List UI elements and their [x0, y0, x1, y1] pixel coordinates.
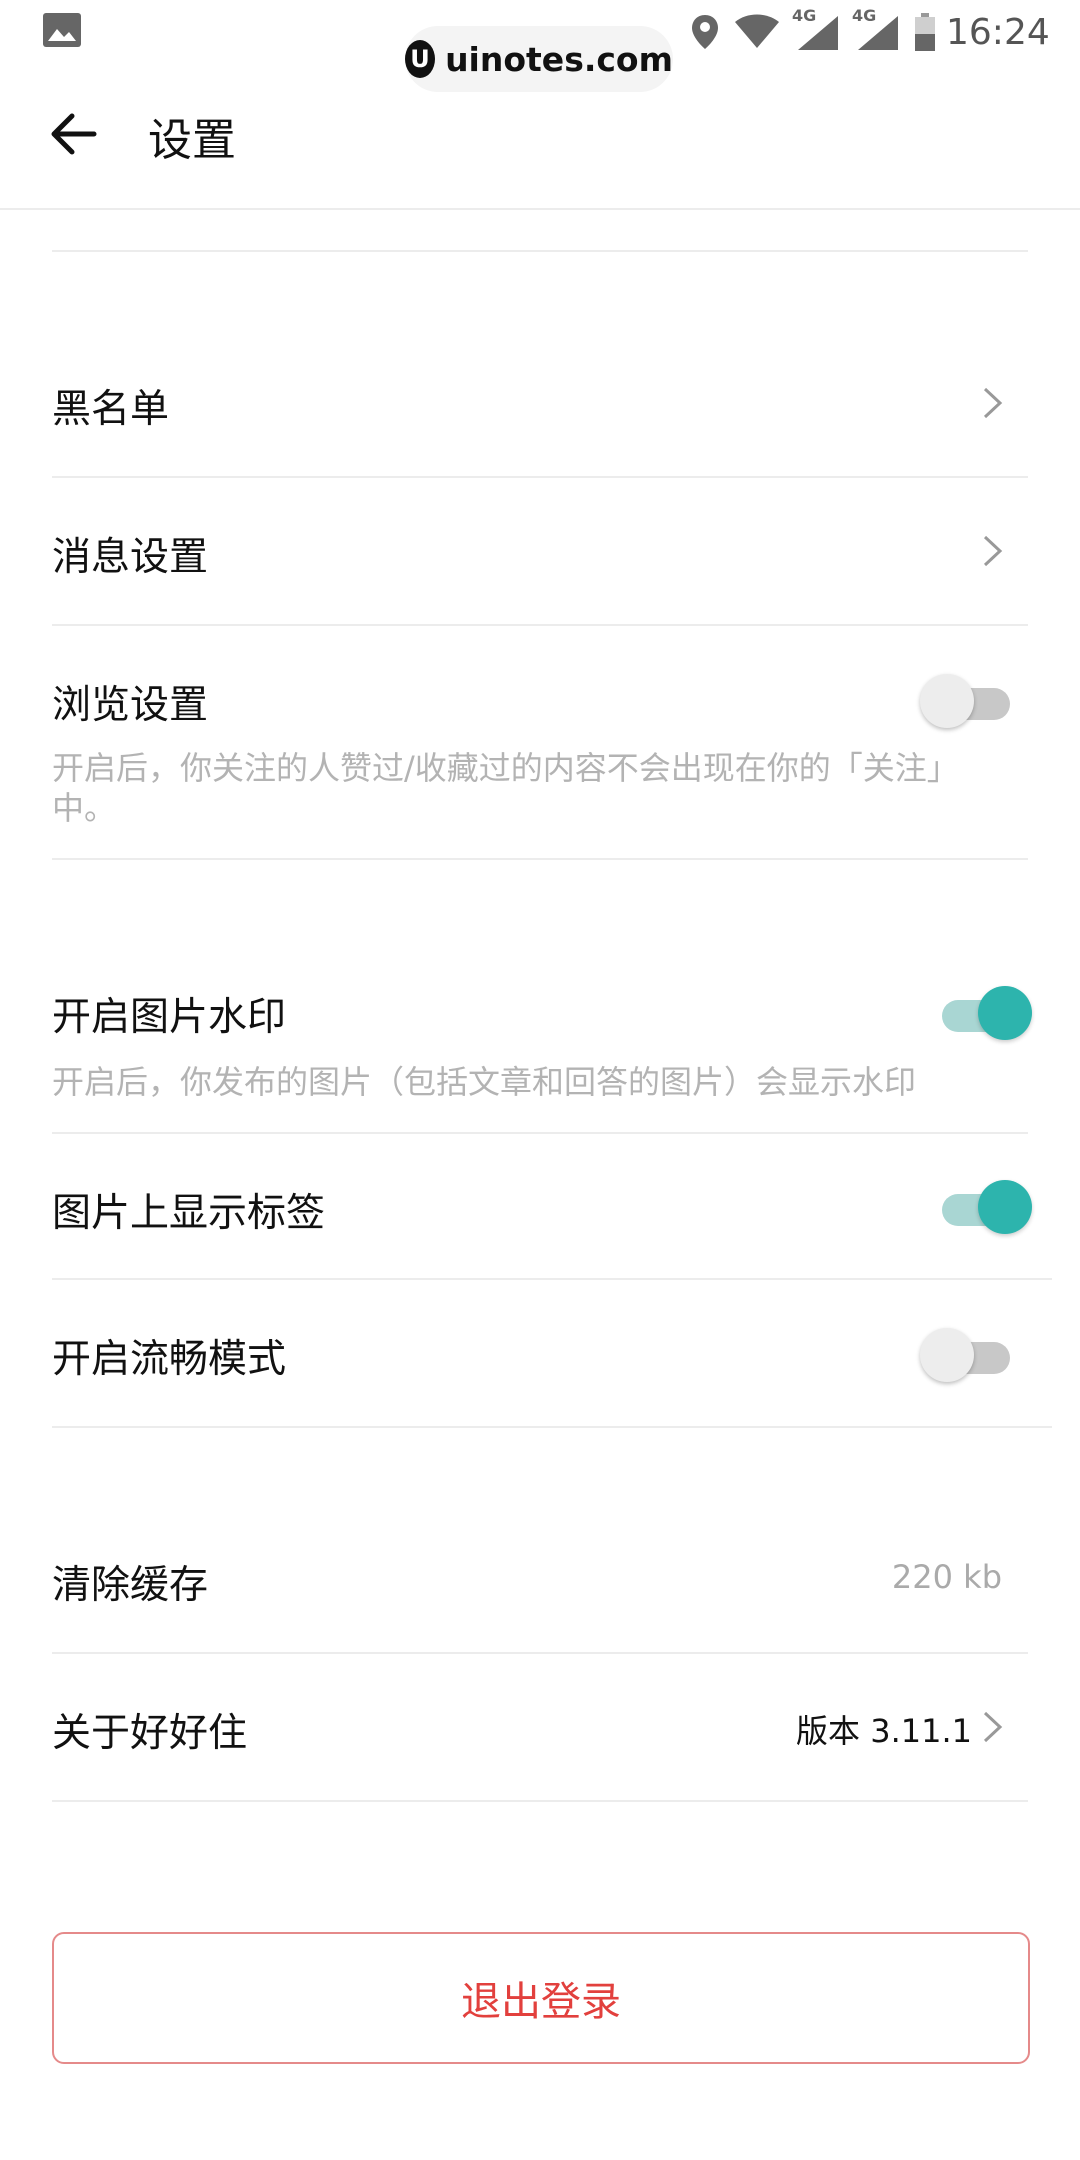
gallery-notification-icon — [43, 13, 81, 47]
blacklist-label: 黑名单 — [52, 387, 170, 432]
image-watermark-label: 开启图片水印 — [52, 995, 287, 1040]
divider — [52, 250, 1028, 252]
app-header: 设置 — [0, 66, 1080, 210]
browse-settings-label: 浏览设置 — [52, 683, 209, 728]
status-bar: U uinotes.com 4G 4G 16:24 — [0, 0, 1080, 92]
arrow-left-icon[interactable] — [50, 112, 98, 156]
signal-icon — [798, 16, 838, 50]
signal-2-indicator: 4G — [852, 6, 900, 52]
clear-cache-label: 清除缓存 — [52, 1563, 209, 1608]
smooth-mode-row: 开启流畅模式 — [52, 1280, 1028, 1426]
chevron-right-icon — [983, 387, 1003, 419]
browse-settings-toggle[interactable] — [920, 670, 1020, 730]
image-watermark-row: 开启图片水印 开启后，你发布的图片（包括文章和回答的图片）会显示水印 — [52, 940, 1032, 1132]
blacklist-row[interactable]: 黑名单 — [52, 330, 1028, 476]
toggle-knob — [978, 1180, 1032, 1234]
cache-size-value: 220 kb — [891, 1558, 1002, 1596]
chevron-right-icon — [983, 535, 1003, 567]
image-tags-toggle[interactable] — [932, 1176, 1032, 1236]
browse-settings-description: 开启后，你关注的人赞过/收藏过的内容不会出现在你的「关注」中。 — [52, 749, 959, 827]
toggle-knob — [978, 986, 1032, 1040]
about-row[interactable]: 关于好好住 版本 3.11.1 — [52, 1654, 1028, 1800]
divider — [52, 1426, 1052, 1428]
page-title: 设置 — [148, 115, 236, 166]
smooth-mode-toggle[interactable] — [920, 1324, 1020, 1384]
version-value: 版本 3.11.1 — [796, 1712, 972, 1750]
toggle-knob — [920, 1328, 974, 1382]
signal-1-indicator: 4G — [792, 6, 840, 52]
divider — [52, 858, 1028, 860]
signal-icon — [858, 16, 898, 50]
image-watermark-description: 开启后，你发布的图片（包括文章和回答的图片）会显示水印 — [52, 1063, 917, 1101]
message-settings-label: 消息设置 — [52, 535, 209, 580]
image-tags-label: 图片上显示标签 — [52, 1191, 326, 1236]
browse-settings-row: 浏览设置 开启后，你关注的人赞过/收藏过的内容不会出现在你的「关注」中。 — [52, 626, 1028, 858]
location-icon — [692, 15, 718, 49]
wifi-icon — [735, 14, 779, 48]
chevron-right-icon — [983, 1711, 1003, 1743]
clear-cache-row[interactable]: 清除缓存 220 kb — [52, 1506, 1028, 1652]
about-label: 关于好好住 — [52, 1711, 248, 1756]
toggle-knob — [920, 674, 974, 728]
clock: 16:24 — [946, 11, 1050, 53]
image-tags-row: 图片上显示标签 — [52, 1134, 1032, 1278]
battery-icon — [915, 13, 935, 51]
divider — [52, 1800, 1028, 1802]
message-settings-row[interactable]: 消息设置 — [52, 478, 1028, 624]
logout-button[interactable]: 退出登录 — [52, 1932, 1030, 2064]
image-watermark-toggle[interactable] — [932, 982, 1032, 1042]
smooth-mode-label: 开启流畅模式 — [52, 1337, 287, 1382]
